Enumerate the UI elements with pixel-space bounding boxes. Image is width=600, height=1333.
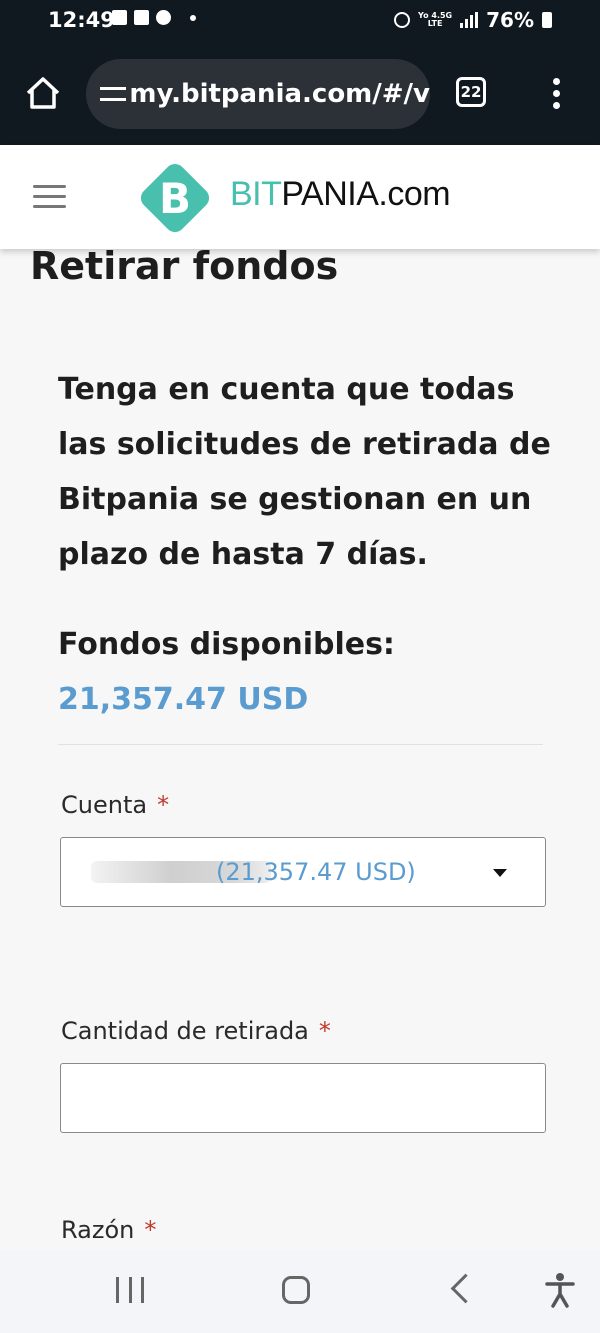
required-mark: * — [157, 791, 170, 819]
browser-menu-icon[interactable] — [553, 78, 561, 110]
home-icon[interactable] — [24, 74, 62, 112]
status-time: 12:49 — [48, 8, 115, 32]
divider — [58, 744, 543, 745]
logo-rest: PANIA.com — [281, 175, 451, 213]
status-bar: 12:49 Yo 4.5G LTE 76% — [0, 0, 600, 44]
tab-switcher-button[interactable]: 22 — [456, 77, 486, 107]
back-icon[interactable] — [450, 1273, 481, 1304]
home-nav-icon[interactable] — [282, 1276, 310, 1304]
facebook-icon — [156, 10, 171, 25]
account-select-value: (21,357.47 USD) — [216, 858, 416, 886]
account-select[interactable]: (21,357.47 USD) — [60, 837, 546, 907]
available-funds: Fondos disponibles: 21,357.47 USD — [58, 617, 558, 727]
page-title: Retirar fondos — [30, 244, 339, 288]
recents-icon[interactable] — [116, 1277, 144, 1305]
withdrawal-notice: Tenga en cuenta que todas las solicitude… — [58, 372, 551, 572]
required-mark: * — [144, 1216, 157, 1244]
site-header: B BITPANIA.com — [0, 145, 600, 249]
more-notifications-icon — [190, 14, 196, 21]
accessibility-icon[interactable] — [545, 1272, 575, 1308]
amount-label: Cantidad de retirada * — [61, 1017, 331, 1045]
address-bar[interactable]: my.bitpania.com/#/v — [86, 59, 430, 129]
logo-letter: B — [159, 174, 191, 223]
account-label: Cuenta * — [61, 791, 169, 819]
bitpania-logo-icon: B — [140, 163, 210, 233]
chevron-down-icon — [493, 869, 507, 877]
alarm-icon — [394, 12, 411, 28]
funds-label: Fondos disponibles: — [58, 627, 395, 662]
browser-toolbar: my.bitpania.com/#/v 22 — [0, 44, 600, 145]
account-label-text: Cuenta — [61, 791, 148, 819]
site-logo[interactable]: BITPANIA.com — [230, 175, 451, 214]
amount-label-text: Cantidad de retirada — [61, 1017, 309, 1045]
network-indicator: Yo 4.5G LTE — [418, 12, 452, 28]
battery-icon — [542, 12, 552, 28]
url-text: my.bitpania.com/#/v — [129, 79, 430, 109]
logo-bit: BIT — [230, 175, 282, 213]
notification-icons — [112, 10, 196, 25]
amount-input[interactable] — [60, 1063, 546, 1133]
battery-percent: 76% — [486, 8, 534, 32]
gallery-icon — [112, 10, 127, 25]
system-nav-bar — [0, 1250, 600, 1333]
signal-icon — [460, 12, 479, 28]
hamburger-menu-icon[interactable] — [33, 185, 66, 209]
network-sub: LTE — [427, 19, 443, 28]
required-mark: * — [318, 1017, 331, 1045]
site-settings-icon[interactable] — [100, 84, 126, 104]
reason-label-text: Razón — [61, 1216, 135, 1244]
funds-value: 21,357.47 USD — [58, 682, 309, 717]
gmail-icon — [134, 10, 149, 25]
system-status: Yo 4.5G LTE 76% — [394, 8, 552, 32]
reason-label: Razón * — [61, 1216, 156, 1244]
